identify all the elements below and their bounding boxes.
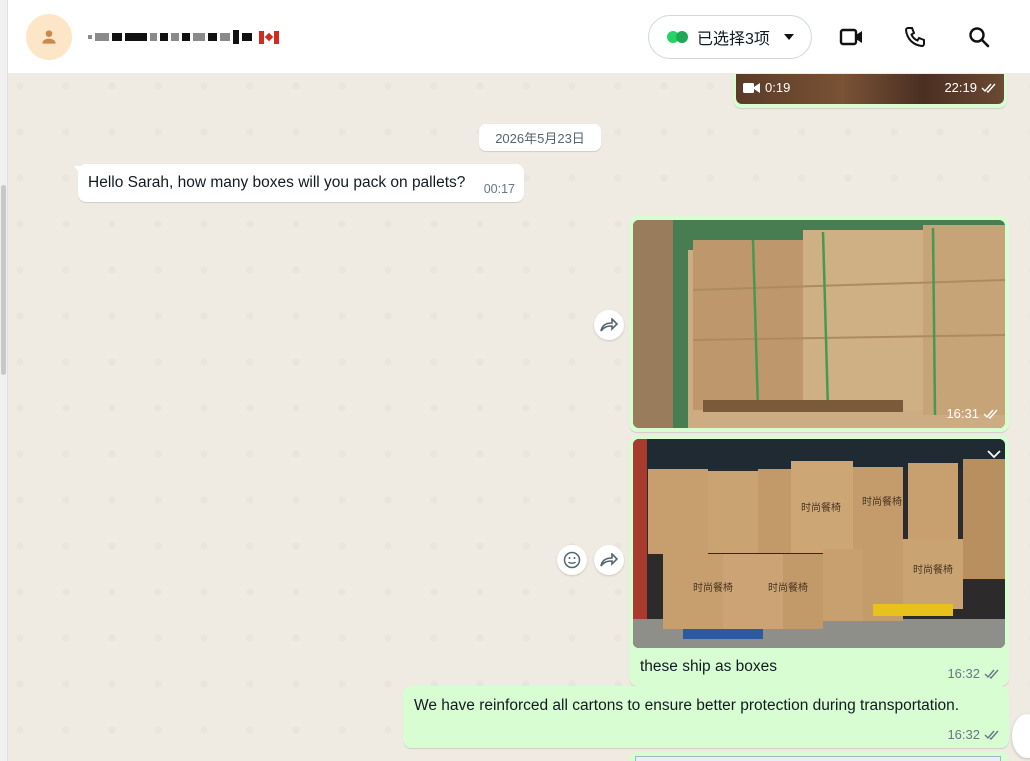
incoming-text-message[interactable]: Hello Sarah, how many boxes will you pac…	[78, 164, 524, 202]
react-emoji-button[interactable]	[557, 545, 587, 575]
forward-button[interactable]	[594, 310, 624, 340]
chevron-down-icon[interactable]	[987, 450, 1001, 459]
person-icon	[42, 30, 56, 44]
search-icon[interactable]	[966, 24, 992, 50]
message-meta: 22:19	[944, 80, 997, 95]
message-meta: 16:31	[946, 406, 999, 421]
carton-label: 时尚餐椅	[913, 563, 953, 576]
status-dot-icon	[676, 31, 688, 43]
double-check-icon	[983, 409, 998, 419]
forward-icon	[600, 553, 618, 567]
selected-count-dropdown[interactable]: 已选择3项	[648, 15, 812, 59]
spreadsheet-thumbnail[interactable]	[635, 756, 1001, 761]
image-caption: these ship as boxes	[640, 658, 778, 675]
double-check-icon	[984, 669, 999, 679]
scroll-to-bottom-button[interactable]	[1012, 714, 1030, 758]
video-duration-text: 0:19	[765, 80, 791, 95]
message-time: 16:32	[947, 727, 980, 742]
forward-button[interactable]	[594, 545, 624, 575]
scrollbar-thumb[interactable]	[1, 185, 6, 375]
message-time: 16:31	[946, 406, 979, 421]
message-time: 00:17	[483, 182, 515, 196]
message-time: 22:19	[944, 80, 977, 95]
message-text: Hello Sarah, how many boxes will you pac…	[88, 174, 466, 191]
chat-messages-pane[interactable]: 0:19 22:19 2026年5月23日 Hello Sarah, how m…	[8, 74, 1030, 761]
outgoing-image-caption-message[interactable]: 时尚餐椅 时尚餐椅 时尚餐椅 时尚餐椅 时尚餐椅 these ship as b…	[629, 436, 1009, 686]
voice-call-icon[interactable]	[902, 24, 928, 50]
chat-header: 已选择3项	[8, 0, 1030, 74]
carton-label: 时尚餐椅	[768, 581, 808, 594]
window-left-edge	[0, 0, 8, 761]
outgoing-video-message[interactable]: 0:19 22:19	[733, 74, 1007, 108]
carton-label: 时尚餐椅	[862, 495, 902, 508]
canada-flag-icon	[259, 30, 279, 44]
message-meta: 00:17	[484, 182, 515, 196]
carton-label: 时尚餐椅	[801, 501, 841, 514]
cartons-photo-image[interactable]: 时尚餐椅 时尚餐椅 时尚餐椅 时尚餐椅 时尚餐椅	[633, 439, 1005, 648]
pallet-photo-image[interactable]	[633, 220, 1005, 428]
outgoing-document-message[interactable]	[629, 752, 1009, 761]
video-duration: 0:19	[743, 80, 790, 95]
date-divider: 2026年5月23日	[479, 124, 601, 151]
contact-avatar[interactable]	[26, 14, 72, 60]
forward-icon	[600, 318, 618, 332]
outgoing-text-message[interactable]: We have reinforced all cartons to ensure…	[403, 686, 1009, 748]
message-time: 16:32	[947, 666, 980, 681]
video-camera-icon	[743, 82, 760, 93]
carton-label: 时尚餐椅	[693, 581, 733, 594]
message-meta: 16:32	[947, 666, 1000, 681]
message-meta: 16:32	[947, 727, 1000, 742]
selected-count-label: 已选择3项	[697, 31, 770, 48]
smiley-icon	[563, 551, 581, 569]
message-text: We have reinforced all cartons to ensure…	[414, 697, 960, 714]
outgoing-image-message[interactable]: 16:31	[629, 216, 1009, 432]
contact-name-redacted[interactable]	[88, 26, 279, 48]
chevron-down-icon	[783, 34, 794, 40]
double-check-icon	[984, 730, 999, 740]
double-check-icon	[981, 83, 996, 93]
video-call-icon[interactable]	[839, 24, 865, 50]
